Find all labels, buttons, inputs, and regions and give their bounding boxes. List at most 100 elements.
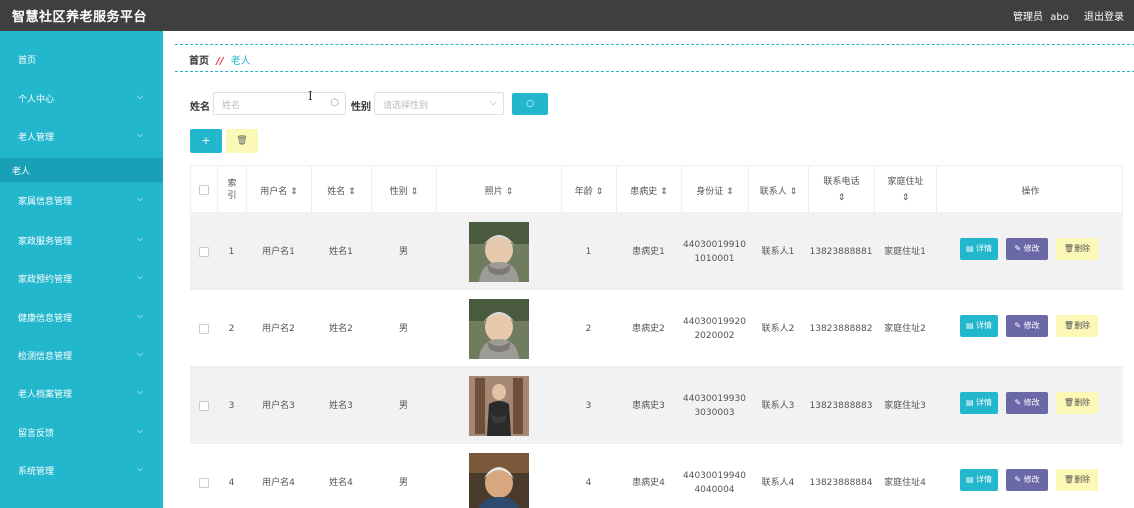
- edit-button[interactable]: ✎ 修改: [1006, 392, 1048, 414]
- delete-button-label: 删除: [1074, 475, 1091, 484]
- cell-phone: 13823888884: [809, 477, 873, 488]
- detail-button[interactable]: ▤ 详情: [960, 238, 998, 260]
- edit-icon: ✎: [1014, 244, 1024, 253]
- header-label: 照片 ⇕: [484, 186, 514, 197]
- header-phone[interactable]: 联系电话 ⇕: [809, 166, 875, 214]
- chevron-down-icon: ⌵: [489, 97, 497, 108]
- checkbox[interactable]: [198, 400, 209, 411]
- elderly-photo[interactable]: [468, 452, 529, 508]
- checkbox[interactable]: [198, 246, 209, 257]
- edit-icon: ✎: [1014, 398, 1024, 407]
- sidebar-item-elderly[interactable]: 老人: [0, 158, 163, 182]
- sidebar-item-home[interactable]: 首页: [0, 47, 163, 71]
- header-name[interactable]: 姓名 ⇕: [312, 166, 372, 214]
- detail-button[interactable]: ▤ 详情: [960, 315, 998, 337]
- elderly-photo[interactable]: [468, 298, 529, 359]
- cell-name: 姓名1: [329, 246, 353, 257]
- cell-username: 用户名2: [262, 323, 295, 334]
- name-label: 姓名: [190, 102, 210, 113]
- edit-button-label: 修改: [1023, 321, 1040, 330]
- elderly-photo[interactable]: [468, 221, 529, 282]
- gender-label: 性别: [351, 102, 371, 113]
- cell-medical-history: 患病史3: [632, 400, 665, 411]
- cell-medical-history: 患病史1: [632, 246, 665, 257]
- sidebar-item-elderly-archive[interactable]: 老人档案管理 ⌵: [0, 381, 163, 405]
- sidebar-item-checkup-info[interactable]: 检测信息管理 ⌵: [0, 343, 163, 367]
- row-select[interactable]: [190, 367, 217, 444]
- checkbox[interactable]: [199, 185, 209, 195]
- cell-name: 姓名2: [329, 323, 353, 334]
- header-contact[interactable]: 联系人 ⇕: [749, 166, 809, 214]
- delete-button[interactable]: 🗑删除: [1056, 392, 1098, 414]
- edit-icon: ✎: [1014, 321, 1024, 330]
- sidebar-item-label: 家属信息管理: [18, 197, 73, 207]
- search-button[interactable]: ○: [512, 93, 548, 115]
- sidebar-item-feedback[interactable]: 留言反馈 ⌵: [0, 420, 163, 444]
- checkbox[interactable]: [198, 323, 209, 334]
- info-icon: ▤: [965, 321, 977, 330]
- id-card-line: 2020002: [694, 330, 735, 341]
- detail-button-label: 详情: [976, 475, 993, 484]
- batch-delete-button[interactable]: 🗑: [226, 129, 258, 153]
- sidebar-item-personal-center[interactable]: 个人中心 ⌵: [0, 86, 163, 110]
- header-label: 联系人 ⇕: [759, 186, 798, 197]
- add-button[interactable]: +: [190, 129, 222, 153]
- row-select[interactable]: [190, 290, 217, 367]
- elderly-photo[interactable]: [468, 375, 529, 436]
- cell-photo: [436, 213, 561, 290]
- sidebar-item-label: 个人中心: [18, 95, 55, 105]
- row-select[interactable]: [190, 444, 217, 508]
- gender-select[interactable]: 请选择性别 ⌵: [374, 92, 504, 115]
- name-input-placeholder: 姓名: [222, 101, 241, 111]
- cell-phone: 13823888882: [809, 323, 873, 334]
- header-age[interactable]: 年龄 ⇕: [562, 166, 617, 214]
- header-id-card[interactable]: 身份证 ⇕: [682, 166, 749, 214]
- delete-button[interactable]: 🗑删除: [1056, 315, 1098, 337]
- delete-button[interactable]: 🗑删除: [1056, 469, 1098, 491]
- sidebar-item-label: 系统管理: [18, 467, 55, 477]
- trash-icon: 🗑: [1063, 398, 1075, 407]
- sidebar-item-housekeeping-booking[interactable]: 家政预约管理 ⌵: [0, 266, 163, 290]
- delete-button-label: 删除: [1074, 321, 1091, 330]
- header-select-all[interactable]: [191, 166, 218, 214]
- breadcrumb-current: 老人: [230, 56, 251, 67]
- sidebar-item-housekeeping-service[interactable]: 家政服务管理 ⌵: [0, 228, 163, 252]
- trash-icon: 🗑: [236, 136, 248, 146]
- breadcrumb-home[interactable]: 首页: [189, 56, 209, 67]
- sidebar-item-family-info[interactable]: 家属信息管理 ⌵: [0, 188, 163, 212]
- edit-button[interactable]: ✎ 修改: [1006, 315, 1048, 337]
- detail-button[interactable]: ▤ 详情: [960, 392, 998, 414]
- sidebar-item-system[interactable]: 系统管理 ⌵: [0, 458, 163, 482]
- top-bar: 智慧社区养老服务平台 管理员 abo 退出登录: [0, 0, 1134, 31]
- cell-address: 家庭住址4: [884, 477, 926, 488]
- sidebar-item-label: 老人: [12, 167, 31, 177]
- row-select[interactable]: [190, 213, 217, 290]
- header-address[interactable]: 家庭住址 ⇕: [875, 166, 937, 214]
- elderly-table: 索引 用户名 ⇕ 姓名 ⇕ 性别 ⇕ 照片 ⇕ 年龄 ⇕ 患病史 ⇕ 身份证 ⇕…: [190, 165, 1123, 508]
- header-label: 身份证 ⇕: [696, 186, 734, 197]
- header-photo[interactable]: 照片 ⇕: [437, 166, 562, 214]
- name-search-input[interactable]: 姓名 ○: [213, 92, 346, 115]
- cell-age: 2: [585, 323, 592, 334]
- header-username[interactable]: 用户名 ⇕: [247, 166, 312, 214]
- edit-button[interactable]: ✎ 修改: [1006, 238, 1048, 260]
- cell-gender: 男: [398, 400, 408, 411]
- logout-link[interactable]: 退出登录: [1084, 12, 1124, 23]
- delete-button-label: 删除: [1074, 398, 1091, 407]
- checkbox[interactable]: [198, 477, 209, 488]
- header-actions: 操作: [937, 166, 1123, 214]
- delete-button[interactable]: 🗑删除: [1056, 238, 1098, 260]
- edit-button[interactable]: ✎ 修改: [1006, 469, 1048, 491]
- header-gender[interactable]: 性别 ⇕: [372, 166, 437, 214]
- sidebar-item-elderly-management[interactable]: 老人管理 ⌵: [0, 124, 163, 148]
- sidebar-item-health-info[interactable]: 健康信息管理 ⌵: [0, 305, 163, 329]
- search-icon: ○: [330, 97, 339, 108]
- detail-button[interactable]: ▤ 详情: [960, 469, 998, 491]
- edit-button-label: 修改: [1023, 244, 1040, 253]
- cell-name: 姓名3: [329, 400, 353, 411]
- cell-age: 3: [585, 400, 592, 411]
- text-cursor-icon: I: [308, 89, 313, 103]
- table-header: 索引 用户名 ⇕ 姓名 ⇕ 性别 ⇕ 照片 ⇕ 年龄 ⇕ 患病史 ⇕ 身份证 ⇕…: [190, 165, 1123, 214]
- header-medical-history[interactable]: 患病史 ⇕: [617, 166, 682, 214]
- id-card-line: 1010001: [694, 253, 735, 264]
